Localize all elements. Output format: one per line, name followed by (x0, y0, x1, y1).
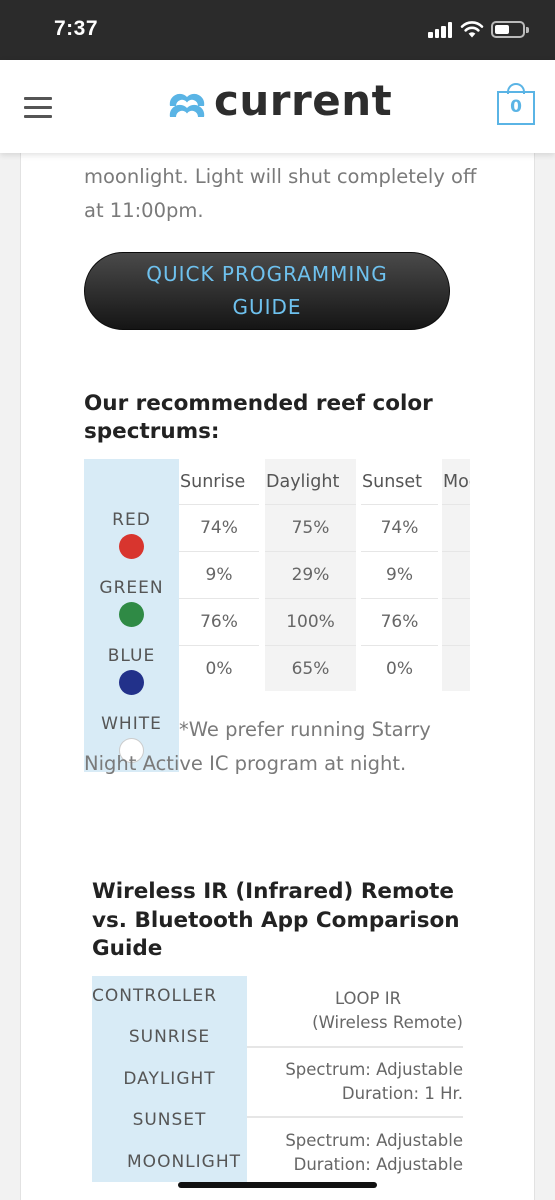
column-daylight: Daylight 75% 29% 100% 65% (265, 459, 356, 691)
color-label: BLUE (107, 646, 156, 666)
row-divider (247, 1046, 463, 1048)
blue-dot-icon (119, 670, 144, 695)
column-moonlight: Moonlight (442, 459, 470, 691)
comparison-table: LOOP IR (Wireless Remote) Spectrum: Adju… (247, 976, 463, 1182)
site-header: current 0 (0, 60, 555, 153)
table-cell: 9% (361, 551, 438, 598)
table-cell: 65% (265, 645, 356, 691)
quick-programming-guide-button[interactable]: QUICK PROGRAMMING GUIDE (84, 252, 450, 330)
row-label-sunrise: SUNRISE (128, 1027, 211, 1047)
table-cell: 0% (361, 645, 438, 691)
status-time: 7:37 (54, 17, 99, 40)
table-cell (442, 645, 470, 691)
starry-night-note: *We prefer running Starry Night Active I… (84, 718, 431, 775)
table-cell: Spectrum: Adjustable Duration: 1 Hr. (247, 1058, 463, 1106)
row-label-controller: CONTROLLER (92, 986, 218, 1006)
spectrum-table: Sunrise 74% 9% 76% 0% Daylight 75% 29% 1… (179, 459, 470, 691)
table-cell: 76% (361, 598, 438, 645)
table-cell: 76% (179, 598, 259, 645)
column-header-line: (Wireless Remote) (312, 1013, 463, 1032)
intro-paragraph: moonlight. Light will shut completely of… (84, 165, 477, 222)
row-label-sunset: SUNSET (132, 1110, 207, 1130)
comparison-heading: Wireless IR (Infrared) Remote vs. Blueto… (92, 879, 460, 961)
table-cell: 100% (265, 598, 356, 645)
column-header: Daylight (266, 472, 340, 492)
column-header: Sunset (362, 472, 423, 492)
column-header: Moonlight (443, 472, 470, 492)
logo-wordmark: current (214, 76, 393, 125)
red-dot-icon (119, 534, 144, 559)
table-cell: 0% (179, 645, 259, 691)
cell-line: Spectrum: Adjustable (285, 1060, 463, 1079)
table-cell (442, 598, 470, 645)
battery-icon (491, 21, 529, 38)
column-header-line: LOOP IR (334, 989, 402, 1008)
row-label-daylight: DAYLIGHT (123, 1069, 216, 1089)
comparison-row-labels: CONTROLLER SUNRISE DAYLIGHT SUNSET MOONL… (92, 976, 247, 1182)
home-indicator[interactable] (178, 1182, 377, 1188)
table-cell (442, 551, 470, 598)
table-cell: 74% (361, 504, 438, 551)
color-item-red: RED (84, 510, 179, 559)
cart-count-badge: 0 (510, 97, 522, 117)
table-cell: 9% (179, 551, 259, 598)
color-label: RED (112, 510, 151, 530)
status-bar: 7:37 (0, 0, 555, 60)
hamburger-menu-icon[interactable] (24, 97, 52, 118)
cart-button[interactable]: 0 (497, 83, 535, 125)
row-label-moonlight: MOONLIGHT (127, 1152, 241, 1172)
spectrum-heading: Our recommended reef color spectrums: (84, 391, 433, 444)
color-item-green: GREEN (84, 578, 179, 627)
column-sunrise: Sunrise 74% 9% 76% 0% (179, 459, 261, 691)
row-divider (247, 1116, 463, 1118)
table-cell: Spectrum: Adjustable Duration: Adjustabl… (247, 1129, 463, 1177)
cell-line: Duration: 1 Hr. (341, 1084, 463, 1103)
table-cell (442, 504, 470, 551)
table-cell: 75% (265, 504, 356, 551)
column-header: Sunrise (180, 472, 246, 492)
column-header-loop-ir: LOOP IR (Wireless Remote) (247, 987, 463, 1035)
color-item-blue: BLUE (84, 646, 179, 695)
table-cell: 74% (179, 504, 259, 551)
green-dot-icon (119, 602, 144, 627)
cell-line: Spectrum: Adjustable (285, 1131, 463, 1150)
color-label: GREEN (99, 578, 164, 598)
cell-line: Duration: Adjustable (293, 1155, 463, 1174)
table-cell: 29% (265, 551, 356, 598)
column-sunset: Sunset 74% 9% 76% 0% (361, 459, 438, 691)
wave-logo-icon (169, 93, 205, 117)
cellular-signal-icon (428, 22, 454, 38)
wifi-icon (460, 21, 484, 38)
